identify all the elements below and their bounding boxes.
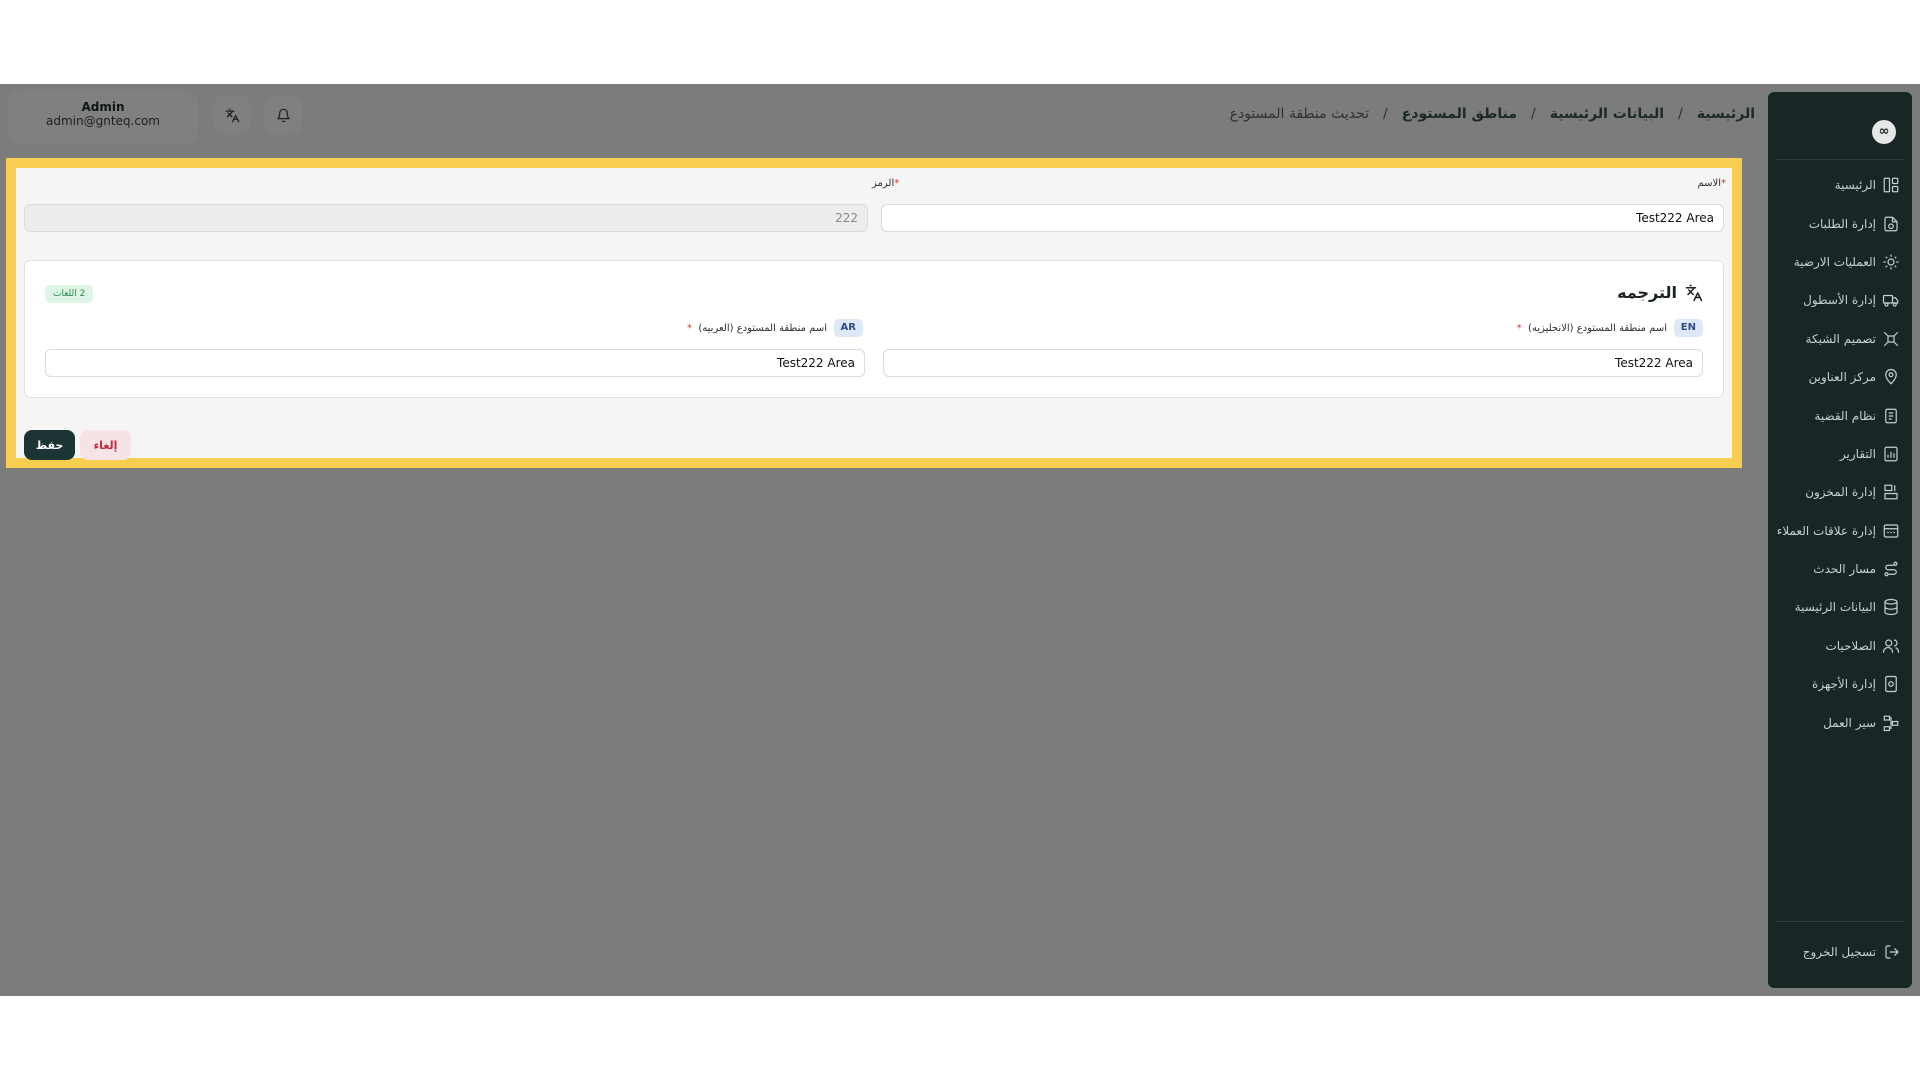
sidebar-item-label: إدارة الأجهزة [1812, 677, 1876, 692]
sidebar-item-label: إدارة علاقات العملاء [1776, 523, 1876, 538]
code-label: *الرمز [872, 178, 899, 189]
sidebar-item-label: الصلاحيات [1825, 638, 1876, 653]
workflow-icon [1883, 715, 1899, 731]
reports-icon [1884, 446, 1898, 462]
code-input: 222 [24, 204, 868, 232]
breadcrumb-master-data[interactable]: البيانات الرئيسية [1550, 106, 1664, 122]
app-window: الرئيسية / البيانات الرئيسية / مناطق الم… [0, 84, 1920, 996]
save-button[interactable]: حفظ [24, 430, 75, 460]
translation-title: الترجمه [1617, 283, 1703, 302]
sidebar-item-label: إدارة الطلبات [1808, 216, 1876, 231]
breadcrumb-warehouse-areas[interactable]: مناطق المستودع [1402, 106, 1517, 122]
warehouse-area-form: *الاسم Test222 Area *الرمز 222 الترجمه 2… [16, 168, 1732, 460]
logout-icon [1885, 945, 1899, 959]
network-icon [1883, 331, 1899, 346]
sidebar-item-crm[interactable]: إدارة علاقات العملاء [1768, 512, 1912, 550]
sidebar-item-label: تصميم الشبكة [1805, 331, 1876, 346]
languages-count-badge: 2 اللغات [45, 285, 94, 303]
app-logo[interactable]: ∞ [1872, 120, 1896, 144]
sidebar-item-addresses[interactable]: مركز العناوين [1768, 358, 1912, 396]
sidebar-item-permissions[interactable]: الصلاحيات [1768, 627, 1912, 665]
sidebar-divider [1776, 921, 1904, 922]
language-button[interactable] [213, 96, 251, 134]
devices-icon [1885, 676, 1897, 693]
sidebar-item-fleet[interactable]: إدارة الأسطول [1768, 281, 1912, 319]
cancel-button[interactable]: إلغاء [80, 430, 131, 460]
code-label-text: الرمز [872, 178, 895, 189]
ground-ops-icon [1883, 254, 1899, 270]
sidebar-item-devices[interactable]: إدارة الأجهزة [1768, 665, 1912, 703]
orders-icon [1884, 216, 1898, 231]
user-menu[interactable]: Admin admin@gnteq.com [8, 90, 198, 144]
sidebar-item-label: العمليات الارضية [1793, 254, 1876, 269]
sidebar-item-label: سير العمل [1823, 715, 1876, 730]
translation-title-text: الترجمه [1617, 283, 1677, 302]
sidebar-item-workflow[interactable]: سير العمل [1768, 703, 1912, 741]
sidebar: ∞ الرئيسية إدارة الطلبات العمليات الارضي… [1768, 92, 1912, 988]
users-icon [1882, 639, 1900, 653]
notifications-button[interactable] [264, 96, 302, 134]
dashboard-icon [1883, 177, 1899, 193]
ar-language-tag: AR [833, 319, 863, 337]
sidebar-item-reports[interactable]: التقارير [1768, 435, 1912, 473]
sidebar-item-label: الرئيسية [1834, 178, 1876, 193]
en-name-input[interactable]: Test222 Area [883, 349, 1703, 377]
ar-label-text: اسم منطقة المستودع (العربيه) [698, 323, 827, 334]
sidebar-nav: الرئيسية إدارة الطلبات العمليات الارضية … [1768, 166, 1912, 742]
logout-label: تسجيل الخروج [1802, 945, 1876, 959]
name-label-text: الاسم [1697, 178, 1721, 189]
location-icon [1885, 369, 1897, 385]
logo-wrap: ∞ [1768, 120, 1912, 144]
sidebar-item-dashboard[interactable]: الرئيسية [1768, 166, 1912, 204]
sidebar-item-cases[interactable]: نظام القضية [1768, 396, 1912, 434]
form-highlight: *الاسم Test222 Area *الرمز 222 الترجمه 2… [6, 158, 1742, 468]
translate-icon [1685, 284, 1703, 301]
en-language-tag: EN [1673, 319, 1703, 337]
sidebar-item-label: مسار الحدث [1813, 562, 1876, 577]
sidebar-item-orders[interactable]: إدارة الطلبات [1768, 204, 1912, 242]
name-label: *الاسم [1697, 178, 1726, 189]
sidebar-item-label: إدارة الأسطول [1803, 293, 1876, 308]
sidebar-item-network[interactable]: تصميم الشبكة [1768, 320, 1912, 358]
sidebar-item-label: البيانات الرئيسية [1794, 600, 1876, 615]
sidebar-item-label: نظام القضية [1814, 408, 1876, 423]
required-mark: * [687, 323, 693, 334]
required-mark: * [894, 178, 900, 189]
sidebar-item-inventory[interactable]: إدارة المخزون [1768, 473, 1912, 511]
database-icon [1884, 599, 1898, 616]
ar-name-label: اسم منطقة المستودع (العربيه) * [687, 323, 827, 334]
translate-icon [225, 108, 239, 122]
name-input[interactable]: Test222 Area [881, 204, 1724, 232]
en-name-label: اسم منطقة المستودع (الانجليزيه) * [1517, 323, 1667, 334]
bell-icon [276, 108, 290, 122]
breadcrumb-separator: / [1530, 106, 1536, 122]
en-label-text: اسم منطقة المستودع (الانجليزيه) [1528, 323, 1667, 334]
case-icon [1885, 408, 1897, 423]
truck-icon [1882, 295, 1899, 307]
logout-button[interactable]: تسجيل الخروج [1768, 944, 1912, 960]
sidebar-item-ground-ops[interactable]: العمليات الارضية [1768, 243, 1912, 281]
inventory-icon [1884, 484, 1898, 500]
sidebar-item-master-data[interactable]: البيانات الرئيسية [1768, 588, 1912, 626]
user-name: Admin [81, 100, 125, 114]
sidebar-item-label: إدارة المخزون [1805, 485, 1876, 500]
breadcrumb: الرئيسية / البيانات الرئيسية / مناطق الم… [1230, 106, 1755, 122]
sidebar-item-label: مركز العناوين [1808, 370, 1876, 385]
required-mark: * [1721, 178, 1726, 189]
breadcrumb-separator: / [1678, 106, 1683, 122]
user-email: admin@gnteq.com [46, 114, 160, 128]
sidebar-divider [1776, 159, 1904, 160]
breadcrumb-current: تحديث منطقة المستودع [1229, 106, 1370, 122]
breadcrumb-home[interactable]: الرئيسية [1697, 106, 1755, 122]
route-icon [1884, 561, 1898, 577]
crm-icon [1883, 524, 1899, 538]
breadcrumb-separator: / [1383, 106, 1388, 122]
ar-name-input[interactable]: Test222 Area [45, 349, 865, 377]
sidebar-item-event-route[interactable]: مسار الحدث [1768, 550, 1912, 588]
sidebar-item-label: التقارير [1839, 446, 1876, 461]
required-mark: * [1516, 323, 1522, 334]
translation-card: الترجمه 2 اللغات EN اسم منطقة المستودع (… [24, 260, 1724, 398]
